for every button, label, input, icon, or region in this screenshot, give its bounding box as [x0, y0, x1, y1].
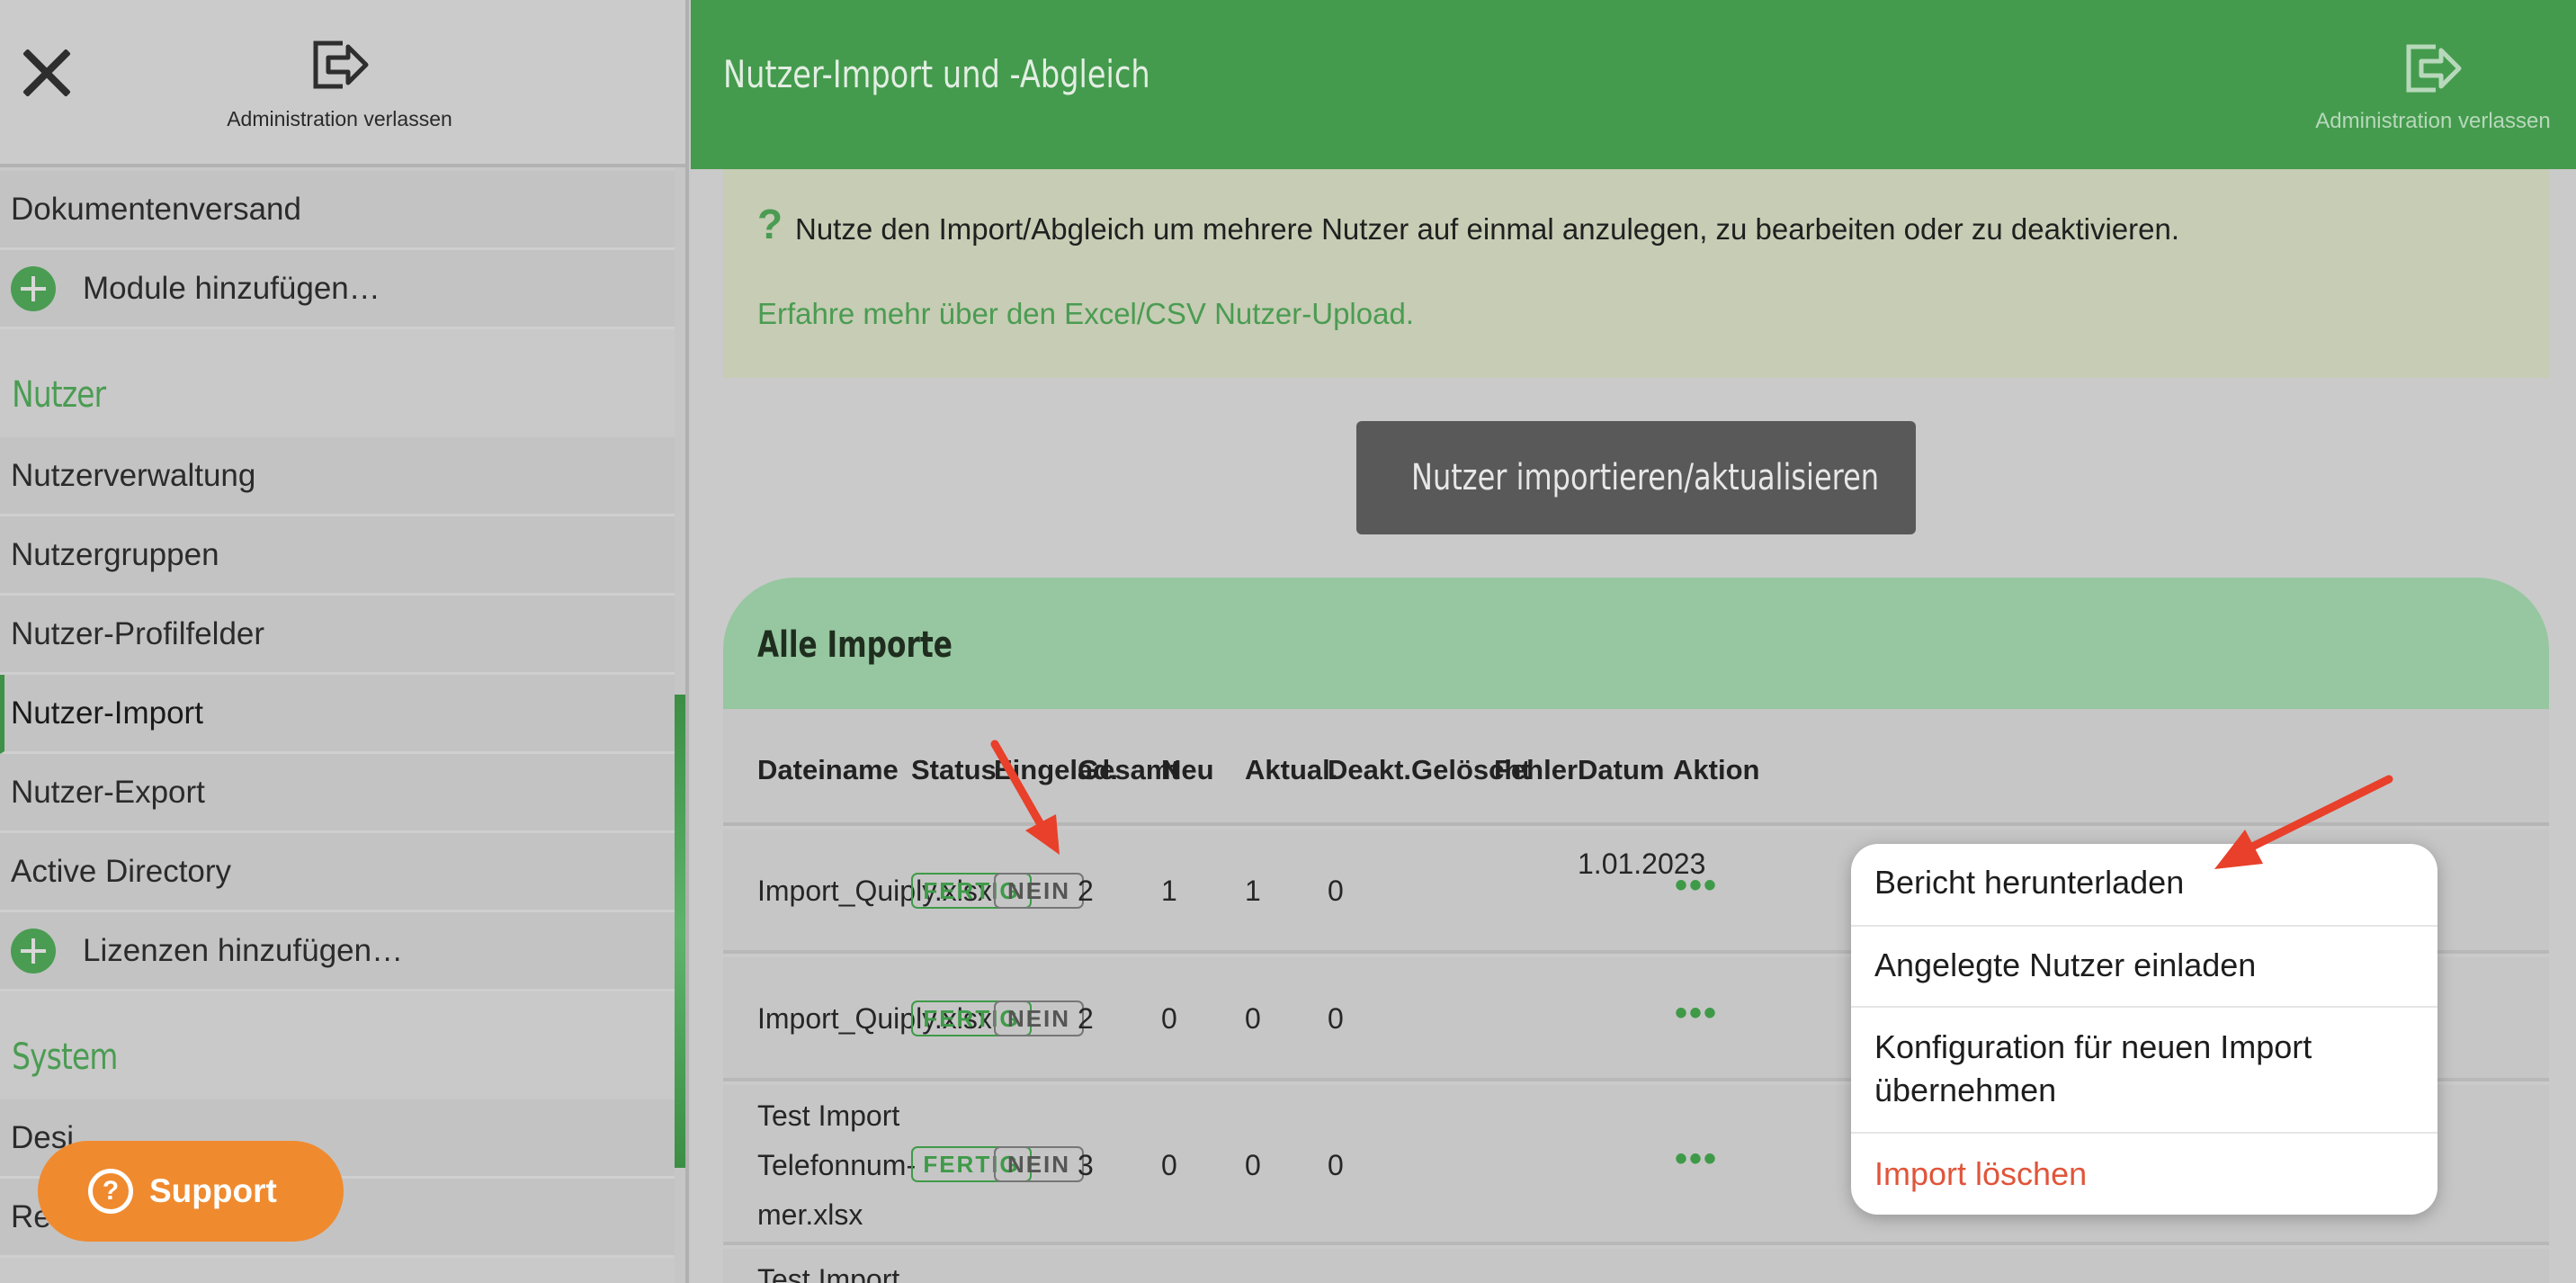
info-link[interactable]: Erfahre mehr über den Excel/CSV Nutzer-U…: [757, 297, 1414, 331]
import-users-label: Nutzer importieren/aktualisieren: [1410, 457, 1880, 498]
exit-icon: [2406, 44, 2462, 93]
table-row[interactable]: Test Import: [723, 1249, 2549, 1283]
sidebar-item-label: Nutzer-Profilfelder: [11, 615, 265, 651]
support-label: Support: [149, 1172, 277, 1209]
cell-deactivated: 0: [1328, 1149, 1344, 1181]
column-header[interactable]: Fehler: [1494, 754, 1578, 786]
sidebar-item-dokumentenversand[interactable]: Dokumentenversand: [0, 171, 675, 250]
row-actions-menu: Bericht herunterladen Angelegte Nutzer e…: [1851, 844, 2437, 1215]
invited-badge: NEIN: [994, 873, 1084, 909]
header-exit-admin-button[interactable]: Administration verlassen: [2303, 40, 2563, 134]
column-header[interactable]: Deakt.: [1328, 754, 1411, 786]
cell-filename: Test Import: [757, 1263, 900, 1283]
sidebar-item-label: Nutzergruppen: [11, 536, 219, 572]
support-button[interactable]: ? Support: [38, 1141, 344, 1242]
sidebar-nav: Dokumentenversand Module hinzufügen… Nut…: [0, 171, 675, 1258]
imports-title: Alle Importe: [757, 624, 953, 666]
imports-card-header: Alle Importe: [723, 578, 2549, 709]
row-actions-button[interactable]: •••: [1675, 1139, 1718, 1180]
exit-icon: [313, 40, 368, 89]
cell-new: 0: [1161, 1149, 1177, 1181]
sidebar-item-label: Module hinzufügen…: [83, 270, 380, 306]
sidebar-item-active-directory[interactable]: Active Directory: [0, 833, 675, 912]
sidebar-item-label: Active Directory: [11, 853, 232, 889]
import-users-button[interactable]: Nutzer importieren/aktualisieren: [1356, 421, 1916, 534]
row-actions-button[interactable]: •••: [1675, 993, 1718, 1034]
top-header: Nutzer-Import und -Abgleich Administrati…: [691, 0, 2576, 169]
menu-item-delete-import[interactable]: Import löschen: [1851, 1134, 2437, 1215]
row-actions-button[interactable]: •••: [1675, 866, 1718, 906]
cell-deactivated: 0: [1328, 1002, 1344, 1035]
sidebar-item-add-modules[interactable]: Module hinzufügen…: [0, 250, 675, 329]
close-icon[interactable]: [20, 45, 74, 99]
exit-admin-button[interactable]: Administration verlassen: [207, 36, 472, 131]
exit-admin-label: Administration verlassen: [227, 107, 452, 130]
invited-badge: NEIN: [994, 1146, 1084, 1182]
sidebar-item-label: Nutzer-Export: [11, 774, 205, 810]
cell-filename-line: Telefonnum-: [757, 1149, 917, 1181]
cell-filename-line: Test Import: [757, 1099, 900, 1132]
sidebar-item-label: Nutzerverwaltung: [11, 457, 256, 493]
cell-new: 0: [1161, 1002, 1177, 1035]
column-header[interactable]: Aktual.: [1245, 754, 1337, 786]
cell-updated: 1: [1245, 875, 1261, 907]
sidebar-section-nutzer: Nutzer: [12, 374, 106, 416]
menu-item-invite-users[interactable]: Angelegte Nutzer einladen: [1851, 927, 2437, 1008]
cell-total: 3: [1078, 1149, 1094, 1181]
question-mark-icon: ?: [757, 201, 783, 247]
column-header[interactable]: Datum: [1578, 754, 1664, 786]
plus-circle-icon: [11, 928, 56, 973]
cell-new: 1: [1161, 875, 1177, 907]
info-box: ? Nutze den Import/Abgleich um mehrere N…: [723, 169, 2549, 378]
sidebar-item-nutzer-profilfelder[interactable]: Nutzer-Profilfelder: [0, 596, 675, 675]
sidebar-item-add-licenses[interactable]: Lizenzen hinzufügen…: [0, 912, 675, 991]
question-circle-icon: ?: [88, 1169, 133, 1214]
column-header[interactable]: Aktion: [1673, 754, 1759, 786]
cell-total: 2: [1078, 875, 1094, 907]
plus-circle-icon: [11, 265, 56, 311]
cell-deactivated: 0: [1328, 875, 1344, 907]
cell-updated: 0: [1245, 1002, 1261, 1035]
header-exit-admin-label: Administration verlassen: [2315, 109, 2551, 133]
sidebar-item-nutzer-export[interactable]: Nutzer-Export: [0, 754, 675, 833]
sidebar-section-system: System: [12, 1036, 118, 1078]
cell-filename-line: mer.xlsx: [757, 1198, 863, 1231]
sidebar-item-nutzergruppen[interactable]: Nutzergruppen: [0, 516, 675, 596]
sidebar-header: Administration verlassen: [0, 0, 685, 167]
sidebar-item-label: Nutzer-Import: [11, 695, 203, 731]
sidebar-item-nutzer-import[interactable]: Nutzer-Import: [0, 675, 675, 754]
info-text: Nutze den Import/Abgleich um mehrere Nut…: [795, 212, 2180, 246]
column-header[interactable]: Dateiname: [757, 754, 899, 786]
column-header[interactable]: Neu: [1161, 754, 1214, 786]
sidebar-item-label: Dokumentenversand: [11, 191, 301, 227]
page-title: Nutzer-Import und -Abgleich: [723, 52, 1150, 96]
sidebar-item-label: Lizenzen hinzufügen…: [83, 932, 404, 968]
sidebar-item-nutzerverwaltung[interactable]: Nutzerverwaltung: [0, 437, 675, 516]
menu-item-reuse-config[interactable]: Konfiguration für neuen Import übernehme…: [1851, 1008, 2437, 1134]
annotation-arrow-menu: [2214, 775, 2393, 869]
cell-updated: 0: [1245, 1149, 1261, 1181]
sidebar: Administration verlassen Dokumentenversa…: [0, 0, 689, 1283]
sidebar-scrollbar-thumb[interactable]: [675, 695, 685, 1168]
cell-total: 2: [1078, 1002, 1094, 1035]
invited-badge: NEIN: [994, 1000, 1084, 1036]
annotation-arrow-status: [990, 740, 1060, 855]
